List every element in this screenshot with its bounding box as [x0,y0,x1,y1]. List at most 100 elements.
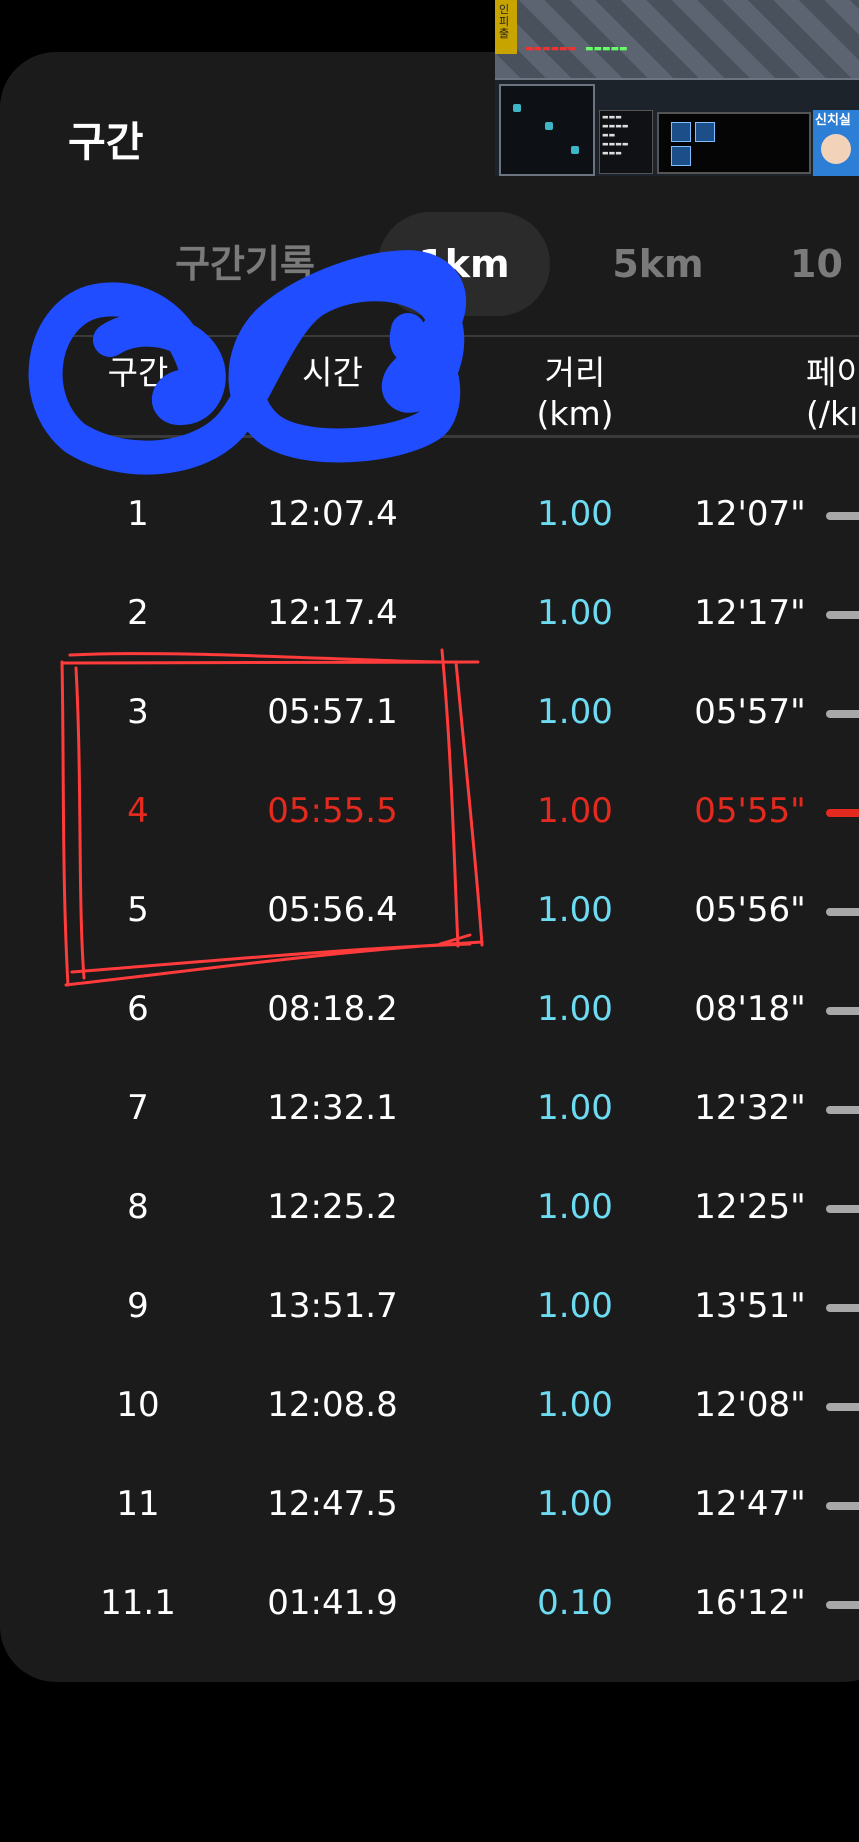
column-header-segment: 구간 [107,353,169,392]
split-row: 9 13:51.7 1.00 13'51" [0,1257,859,1356]
pace-cell: 05'57" [694,692,806,732]
pace-cell: 12'47" [694,1484,806,1524]
column-header-pace: 페이 [806,353,859,392]
time-cell: 12:25.2 [267,1187,398,1227]
time-cell: 12:08.8 [267,1385,398,1425]
time-cell: 05:57.1 [267,692,398,732]
minimap-unit-icon [571,146,579,154]
pace-bar [826,1106,859,1114]
time-cell: 05:56.4 [267,890,398,930]
game-info-lines: ▬▬▬ ▬▬▬▬ ▬▬ ▬▬▬▬ ▬▬▬ [602,113,629,157]
time-cell: 12:07.4 [267,494,398,534]
unit-icon [671,122,691,142]
distance-cell: 1.00 [537,593,613,633]
segment-cell: 4 [127,791,149,831]
game-banner-text: 인피 출 [499,3,510,40]
minimap-unit-icon [545,122,553,130]
game-status-text: ▬▬▬▬▬▬ [525,44,577,54]
face-icon [821,134,851,164]
pace-cell: 05'56" [694,890,806,930]
segment-cell: 8 [127,1187,149,1227]
pace-cell: 12'07" [694,494,806,534]
tab-1km[interactable]: 1km [378,212,550,316]
pace-bar [826,908,859,916]
section-title: 구간 [68,118,144,166]
tab-10km[interactable]: 10 [790,212,859,316]
column-header-pace-unit: (/kı [806,394,859,433]
column-header-time: 시간 [302,353,363,392]
split-row: 1 12:07.4 1.00 12'07" [0,465,859,564]
distance-cell: 1.00 [537,989,613,1029]
pace-cell: 12'08" [694,1385,806,1425]
segment-cell: 10 [116,1385,160,1425]
column-header-distance: 거리 [544,353,606,392]
distance-cell: 1.00 [537,1187,613,1227]
header-divider [68,335,859,337]
streamer-portrait: 신치실 [813,110,859,176]
column-header-distance-unit: (km) [536,394,614,433]
split-row: 10 12:08.8 1.00 12'08" [0,1356,859,1455]
pace-bar [826,512,859,520]
game-terrain-image [495,0,859,78]
pace-bar [826,1403,859,1411]
tab-5km[interactable]: 5km [598,212,718,316]
time-cell: 12:47.5 [267,1484,398,1524]
distance-cell: 1.00 [537,890,613,930]
pace-bar [826,611,859,619]
game-minimap [499,84,595,176]
pace-cell: 13'51" [694,1286,806,1326]
split-row: 11 12:47.5 1.00 12'47" [0,1455,859,1554]
split-row: 7 12:32.1 1.00 12'32" [0,1059,859,1158]
game-unit-panel [657,112,811,174]
split-row: 11.1 01:41.9 0.10 16'12" [0,1554,859,1653]
game-info-box: ▬▬▬ ▬▬▬▬ ▬▬ ▬▬▬▬ ▬▬▬ [599,110,653,174]
pace-cell: 12'32" [694,1088,806,1128]
unit-icon [671,146,691,166]
pace-bar [826,1007,859,1015]
segment-cell: 7 [127,1088,149,1128]
segment-cell: 9 [127,1286,149,1326]
pace-bar [826,1502,859,1510]
pace-bar [826,710,859,718]
split-row: 2 12:17.4 1.00 12'17" [0,564,859,663]
header-divider-bottom [68,435,859,438]
distance-cell: 1.00 [537,692,613,732]
pace-cell: 08'18" [694,989,806,1029]
time-cell: 12:17.4 [267,593,398,633]
distance-cell: 1.00 [537,1484,613,1524]
split-row: 6 08:18.2 1.00 08'18" [0,960,859,1059]
pace-cell: 05'55" [694,791,806,831]
split-row: 8 12:25.2 1.00 12'25" [0,1158,859,1257]
time-cell: 01:41.9 [267,1583,398,1623]
distance-cell: 1.00 [537,1385,613,1425]
pace-cell: 12'17" [694,593,806,633]
segment-cell: 1 [127,494,149,534]
pace-cell: 16'12" [694,1583,806,1623]
game-chat-text: ▬▬▬▬▬ [585,44,628,54]
split-row: 5 05:56.4 1.00 05'56" [0,861,859,960]
segment-cell: 11 [116,1484,160,1524]
tab-segment-record[interactable]: 구간기록 [140,212,350,316]
segment-cell: 11.1 [100,1583,176,1623]
segment-cell: 2 [127,593,149,633]
game-screenshot-overlay: 인피 출 ▬▬▬▬▬▬ ▬▬▬▬▬ ▬▬▬ ▬▬▬▬ ▬▬ ▬▬▬▬ ▬▬▬ 신치실 [495,0,859,176]
unit-icon [695,122,715,142]
pace-cell: 12'25" [694,1187,806,1227]
pace-bar [826,1304,859,1312]
segment-cell: 3 [127,692,149,732]
pace-bar [826,1205,859,1213]
segment-cell: 6 [127,989,149,1029]
distance-cell: 1.00 [537,1088,613,1128]
split-tabs: 구간기록 1km 5km 10 [0,212,859,316]
distance-cell: 1.00 [537,1286,613,1326]
distance-cell: 0.10 [537,1583,613,1623]
split-row: 4 05:55.5 1.00 05'55" [0,762,859,861]
pace-bar [826,809,859,817]
pace-bar [826,1601,859,1609]
segment-cell: 5 [127,890,149,930]
game-banner: 인피 출 [495,0,517,54]
time-cell: 05:55.5 [267,791,398,831]
portrait-text: 신치실 [815,113,851,128]
distance-cell: 1.00 [537,494,613,534]
time-cell: 08:18.2 [267,989,398,1029]
